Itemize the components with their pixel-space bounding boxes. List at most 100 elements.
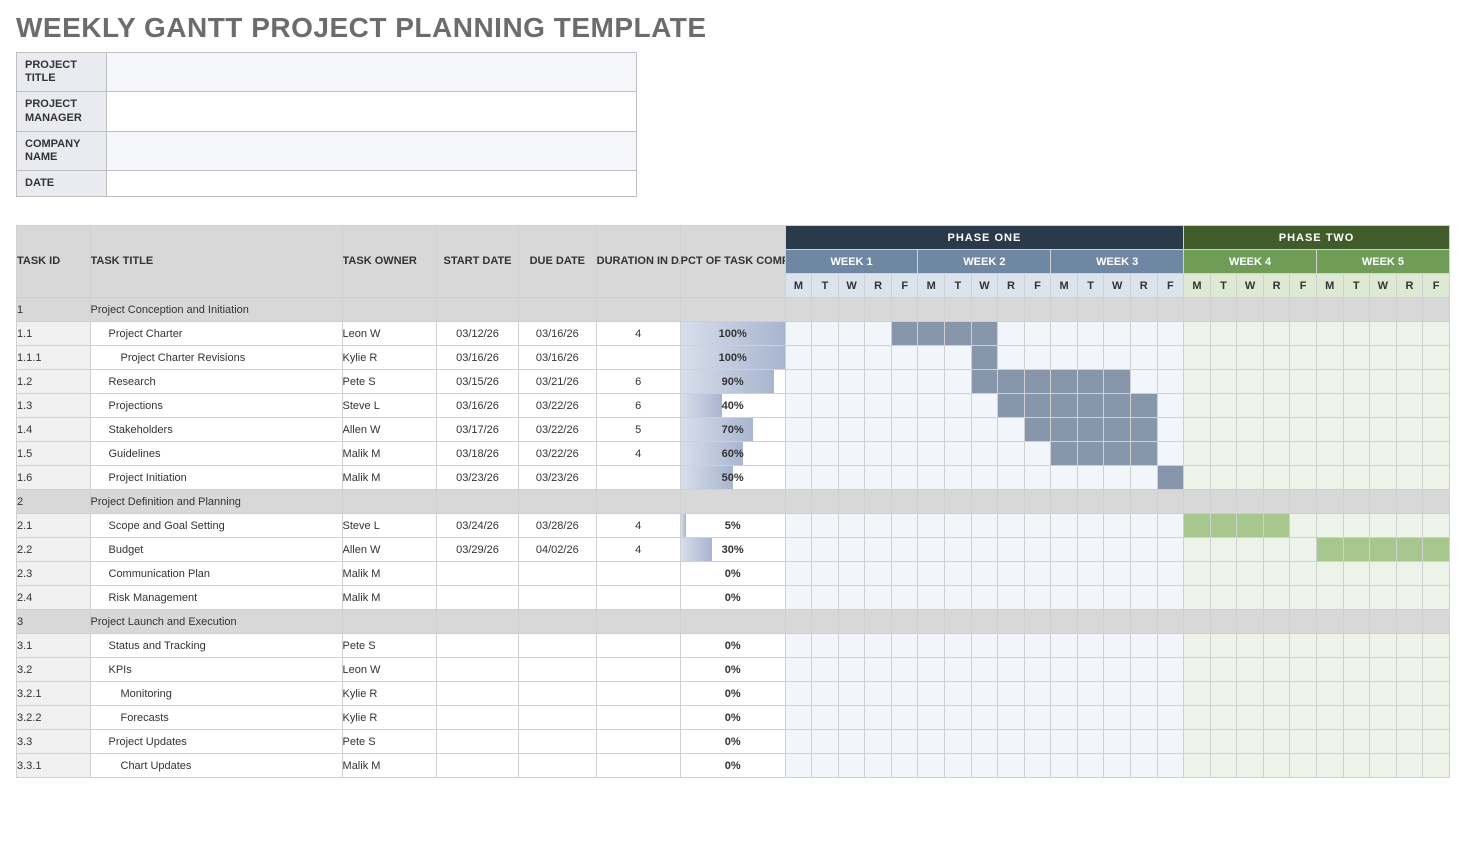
cell-start-date: 03/24/26 — [437, 514, 519, 538]
gantt-cell — [1316, 298, 1343, 322]
cell-task-title: Monitoring — [90, 682, 342, 706]
meta-value-date[interactable] — [107, 171, 637, 197]
table-row[interactable]: 2.4Risk ManagementMalik M0% — [17, 586, 1450, 610]
gantt-cell — [812, 418, 839, 442]
gantt-cell — [1024, 394, 1051, 418]
meta-label-date: DATE — [17, 171, 107, 197]
gantt-cell — [1370, 730, 1397, 754]
gantt-cell — [1184, 634, 1211, 658]
gantt-cell — [1316, 538, 1343, 562]
cell-task-title: Project Launch and Execution — [90, 610, 342, 634]
gantt-cell — [998, 490, 1025, 514]
cell-pct-complete: 0% — [680, 682, 785, 706]
gantt-cell — [1184, 298, 1211, 322]
gantt-cell — [1051, 754, 1078, 778]
gantt-cell — [1210, 562, 1237, 586]
table-row[interactable]: 2.3Communication PlanMalik M0% — [17, 562, 1450, 586]
gantt-cell — [1343, 682, 1370, 706]
cell-start-date — [437, 562, 519, 586]
table-row[interactable]: 3.2KPIsLeon W0% — [17, 658, 1450, 682]
gantt-cell — [1396, 586, 1423, 610]
cell-task-owner: Malik M — [342, 466, 437, 490]
table-row[interactable]: 1.4StakeholdersAllen W03/17/2603/22/2657… — [17, 418, 1450, 442]
gantt-cell — [1316, 658, 1343, 682]
table-row[interactable]: 2.1Scope and Goal SettingSteve L03/24/26… — [17, 514, 1450, 538]
cell-task-id: 3.2.2 — [17, 706, 91, 730]
cell-due-date: 03/22/26 — [518, 418, 596, 442]
gantt-cell — [785, 322, 812, 346]
cell-task-id: 2.4 — [17, 586, 91, 610]
gantt-cell — [1130, 682, 1157, 706]
gantt-cell — [1370, 370, 1397, 394]
gantt-cell — [865, 466, 892, 490]
day-header: W — [838, 274, 865, 298]
gantt-cell — [945, 466, 972, 490]
table-row[interactable]: 3.3Project UpdatesPete S0% — [17, 730, 1450, 754]
gantt-cell — [1263, 610, 1290, 634]
table-row[interactable]: 3Project Launch and Execution — [17, 610, 1450, 634]
gantt-cell — [1316, 706, 1343, 730]
gantt-cell — [945, 490, 972, 514]
table-row[interactable]: 1.6Project InitiationMalik M03/23/2603/2… — [17, 466, 1450, 490]
cell-start-date: 03/15/26 — [437, 370, 519, 394]
gantt-cell — [891, 418, 918, 442]
gantt-cell — [1343, 442, 1370, 466]
gantt-cell — [1263, 682, 1290, 706]
table-row[interactable]: 3.2.2ForecastsKylie R0% — [17, 706, 1450, 730]
gantt-cell — [1184, 322, 1211, 346]
meta-value-project-manager[interactable] — [107, 92, 637, 131]
gantt-cell — [1024, 298, 1051, 322]
gantt-cell — [918, 562, 945, 586]
gantt-cell — [945, 586, 972, 610]
table-row[interactable]: 1.3ProjectionsSteve L03/16/2603/22/26640… — [17, 394, 1450, 418]
gantt-cell — [1210, 442, 1237, 466]
cell-pct-complete: 0% — [680, 706, 785, 730]
table-row[interactable]: 3.1Status and TrackingPete S0% — [17, 634, 1450, 658]
gantt-cell — [1343, 706, 1370, 730]
day-header: M — [1051, 274, 1078, 298]
gantt-cell — [812, 610, 839, 634]
gantt-cell — [1051, 610, 1078, 634]
gantt-cell — [1130, 610, 1157, 634]
gantt-cell — [1210, 610, 1237, 634]
gantt-cell — [1024, 346, 1051, 370]
gantt-cell — [1157, 562, 1184, 586]
gantt-cell — [1130, 634, 1157, 658]
gantt-cell — [1077, 682, 1104, 706]
meta-value-project-title[interactable] — [107, 53, 637, 92]
gantt-cell — [998, 442, 1025, 466]
gantt-cell — [812, 562, 839, 586]
gantt-cell — [1316, 490, 1343, 514]
table-row[interactable]: 1.1Project CharterLeon W03/12/2603/16/26… — [17, 322, 1450, 346]
table-row[interactable]: 2.2BudgetAllen W03/29/2604/02/26430% — [17, 538, 1450, 562]
gantt-cell — [1077, 370, 1104, 394]
gantt-cell — [945, 610, 972, 634]
gantt-cell — [971, 394, 998, 418]
meta-value-company-name[interactable] — [107, 131, 637, 170]
gantt-cell — [1184, 514, 1211, 538]
gantt-cell — [1184, 658, 1211, 682]
gantt-cell — [1104, 322, 1131, 346]
gantt-cell — [1423, 346, 1450, 370]
table-row[interactable]: 1.2ResearchPete S03/15/2603/21/26690% — [17, 370, 1450, 394]
gantt-cell — [1237, 370, 1264, 394]
gantt-cell — [1290, 442, 1317, 466]
cell-task-title: Project Charter Revisions — [90, 346, 342, 370]
day-header: R — [1263, 274, 1290, 298]
table-row[interactable]: 2Project Definition and Planning — [17, 490, 1450, 514]
gantt-cell — [838, 610, 865, 634]
table-row[interactable]: 1.1.1Project Charter RevisionsKylie R03/… — [17, 346, 1450, 370]
gantt-cell — [1184, 586, 1211, 610]
table-row[interactable]: 1.5GuidelinesMalik M03/18/2603/22/26460% — [17, 442, 1450, 466]
gantt-cell — [1343, 754, 1370, 778]
table-row[interactable]: 1Project Conception and Initiation — [17, 298, 1450, 322]
gantt-cell — [1343, 370, 1370, 394]
gantt-cell — [1210, 418, 1237, 442]
gantt-cell — [838, 682, 865, 706]
cell-task-title: Project Conception and Initiation — [90, 298, 342, 322]
table-row[interactable]: 3.2.1MonitoringKylie R0% — [17, 682, 1450, 706]
gantt-cell — [785, 586, 812, 610]
page-title: WEEKLY GANTT PROJECT PLANNING TEMPLATE — [16, 12, 1450, 44]
gantt-cell — [1370, 466, 1397, 490]
table-row[interactable]: 3.3.1Chart UpdatesMalik M0% — [17, 754, 1450, 778]
